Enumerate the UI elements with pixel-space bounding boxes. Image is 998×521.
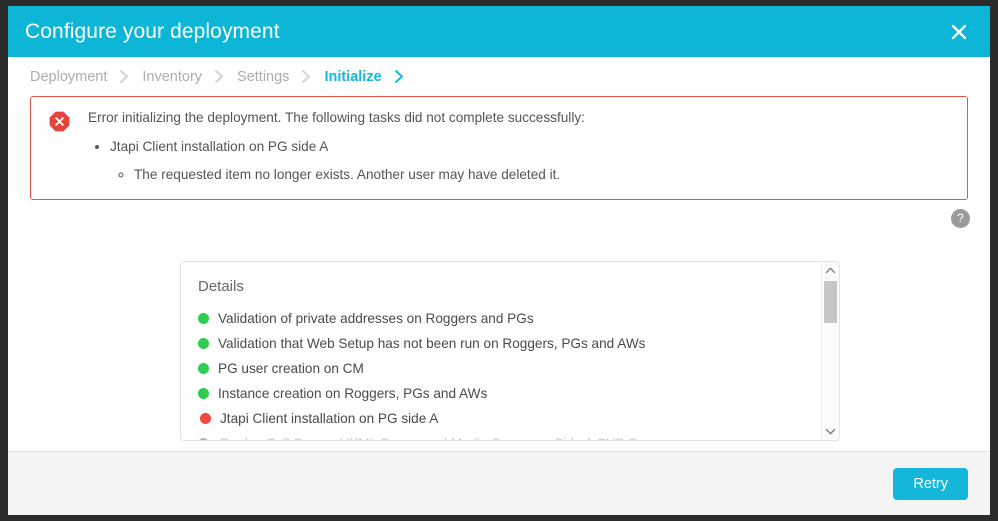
scrollbar-track[interactable]: [824, 279, 837, 423]
task-row: PG user creation on CM: [198, 356, 821, 381]
close-icon: [949, 22, 969, 42]
status-dot-success: [198, 388, 209, 399]
error-octagon-icon: [49, 111, 70, 132]
task-row: Instance creation on Roggers, PGs and AW…: [198, 381, 821, 406]
task-row: Jtapi Client installation on PG side A: [200, 406, 821, 431]
scroll-down-button[interactable]: [822, 423, 839, 440]
error-banner: Error initializing the deployment. The f…: [30, 96, 968, 200]
task-label: Validation of private addresses on Rogge…: [218, 311, 534, 326]
chevron-right-icon-active: [393, 69, 406, 84]
task-row: Deploy Call Server, VXML Server and Medi…: [198, 431, 821, 440]
breadcrumb: Deployment Inventory Settings Initialize: [8, 57, 990, 96]
task-row: Validation that Web Setup has not been r…: [198, 331, 821, 356]
error-banner-body: Error initializing the deployment. The f…: [88, 109, 953, 185]
scroll-up-button[interactable]: [822, 262, 839, 279]
status-dot-success: [198, 313, 209, 324]
error-task-label: Jtapi Client installation on PG side A: [110, 139, 329, 154]
status-dot-success: [198, 363, 209, 374]
details-content: Details Validation of private addresses …: [181, 262, 821, 440]
details-area: Details Validation of private addresses …: [8, 228, 990, 451]
breadcrumb-item-inventory[interactable]: Inventory: [142, 69, 202, 85]
error-banner-wrapper: Error initializing the deployment. The f…: [8, 96, 990, 200]
details-scrollbar[interactable]: [821, 262, 839, 440]
task-label: PG user creation on CM: [218, 361, 364, 376]
task-row: Validation of private addresses on Rogge…: [198, 306, 821, 331]
dialog-footer: Retry: [8, 451, 990, 515]
chevron-right-icon: [213, 69, 226, 84]
status-dot-failed: [200, 413, 211, 424]
status-dot-pending: [198, 438, 209, 440]
error-task-detail-list: The requested item no longer exists. Ano…: [110, 165, 953, 185]
chevron-right-icon: [118, 69, 131, 84]
help-row: ?: [8, 200, 990, 228]
chevron-right-icon: [300, 69, 313, 84]
retry-button[interactable]: Retry: [893, 467, 968, 500]
breadcrumb-item-deployment[interactable]: Deployment: [30, 69, 107, 85]
details-panel: Details Validation of private addresses …: [180, 261, 840, 441]
error-headline: Error initializing the deployment. The f…: [88, 110, 585, 125]
task-label: Jtapi Client installation on PG side A: [220, 411, 439, 426]
status-dot-success: [198, 338, 209, 349]
help-icon[interactable]: ?: [951, 209, 970, 228]
breadcrumb-item-initialize: Initialize: [324, 68, 382, 85]
chevron-down-icon: [825, 427, 836, 436]
task-label: Deploy Call Server, VXML Server and Medi…: [220, 436, 668, 440]
dialog-titlebar: Configure your deployment: [8, 6, 990, 57]
chevron-up-icon: [825, 266, 836, 275]
error-task-list: Jtapi Client installation on PG side A T…: [88, 137, 953, 185]
page-title: Configure your deployment: [25, 19, 280, 43]
task-label: Validation that Web Setup has not been r…: [218, 336, 646, 351]
error-task-detail: The requested item no longer exists. Ano…: [134, 165, 953, 185]
scrollbar-thumb[interactable]: [824, 281, 837, 323]
error-task-item: Jtapi Client installation on PG side A T…: [110, 137, 953, 185]
task-label: Instance creation on Roggers, PGs and AW…: [218, 386, 488, 401]
close-button[interactable]: [942, 15, 976, 49]
details-title: Details: [198, 278, 244, 295]
breadcrumb-item-settings[interactable]: Settings: [237, 69, 289, 85]
configure-deployment-dialog: Configure your deployment Deployment Inv…: [8, 6, 990, 515]
